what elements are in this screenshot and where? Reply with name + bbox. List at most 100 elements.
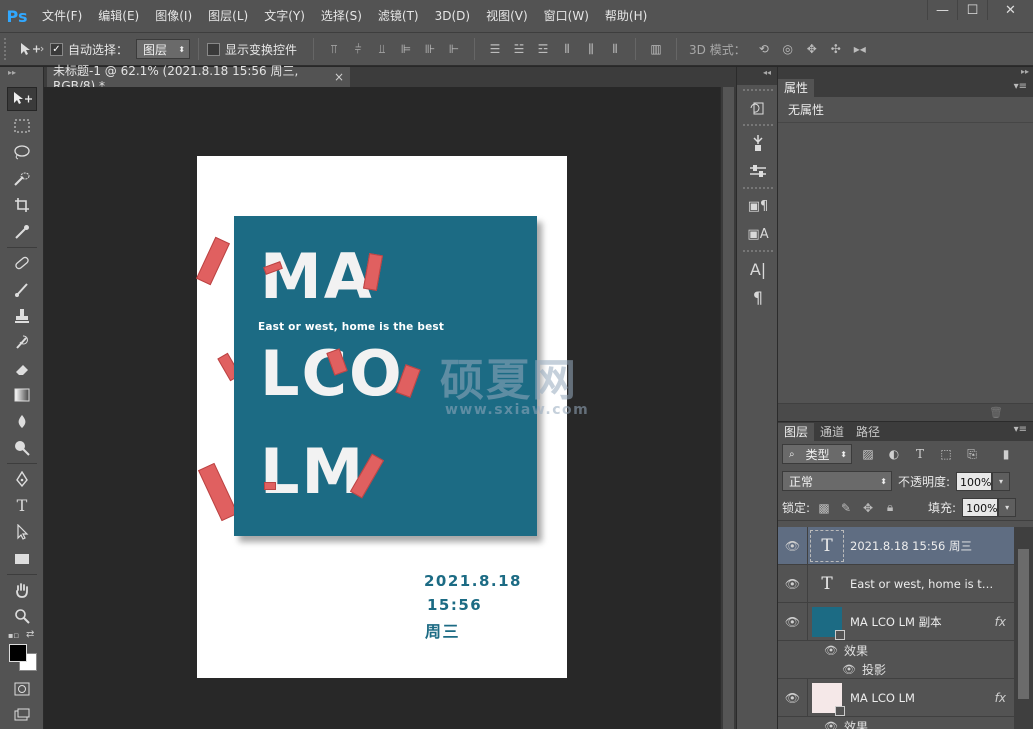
- tool-presets-panel-icon[interactable]: [743, 131, 773, 155]
- move-tool-preset-icon[interactable]: [12, 37, 50, 61]
- visibility-eye-icon[interactable]: 👁︎: [778, 527, 808, 565]
- visibility-eye-icon[interactable]: 👁︎: [778, 602, 808, 641]
- menu-image[interactable]: 图像(I): [147, 0, 200, 32]
- gradient-tool-icon[interactable]: [7, 383, 37, 407]
- fill-slider-arrow-icon[interactable]: ▾: [998, 498, 1017, 517]
- character-panel-icon[interactable]: A|: [743, 257, 773, 281]
- align-right-edges-icon[interactable]: ⊩: [445, 41, 463, 57]
- 3d-slide-icon[interactable]: ✣: [827, 41, 845, 57]
- layer-name[interactable]: MA LCO LM: [850, 691, 915, 705]
- lock-transparent-pixels-icon[interactable]: ▩: [816, 501, 832, 515]
- lock-all-icon[interactable]: 🔒︎: [882, 500, 898, 515]
- layer-effects-icon[interactable]: fx: [995, 615, 1006, 629]
- layers-scrollbar[interactable]: [1014, 527, 1033, 729]
- 3d-rotate-icon[interactable]: ⟲: [755, 41, 773, 57]
- visibility-eye-icon[interactable]: 👁︎: [842, 663, 856, 676]
- foreground-color-swatch[interactable]: [9, 643, 27, 662]
- dock-grip[interactable]: [743, 187, 773, 190]
- layer-effects-icon[interactable]: fx: [995, 691, 1006, 705]
- distribute-vertical-centers-icon[interactable]: ☱: [510, 41, 528, 57]
- clone-stamp-tool-icon[interactable]: [7, 304, 37, 328]
- opacity-input[interactable]: 100%: [956, 471, 993, 491]
- tab-channels[interactable]: 通道: [814, 423, 850, 441]
- align-left-edges-icon[interactable]: ⊫: [397, 41, 415, 57]
- distribute-bottom-edges-icon[interactable]: ☲: [534, 41, 552, 57]
- hand-tool-icon[interactable]: [7, 578, 37, 602]
- dock-collapse-icon[interactable]: ◂◂: [737, 67, 777, 85]
- fill-input[interactable]: 100%: [962, 498, 999, 517]
- lasso-tool-icon[interactable]: [7, 140, 37, 164]
- lock-position-icon[interactable]: ✥: [860, 501, 876, 515]
- maximize-button[interactable]: ☐: [957, 0, 987, 20]
- shape-layer-filter-icon[interactable]: ⬚: [936, 447, 956, 461]
- distribute-horizontal-centers-icon[interactable]: ⫼: [582, 41, 600, 57]
- type-layer-filter-icon[interactable]: T: [910, 447, 930, 461]
- blend-mode-dropdown[interactable]: 正常 ⬍: [782, 471, 892, 491]
- scrollbar-thumb[interactable]: [1018, 549, 1029, 699]
- panel-menu-icon[interactable]: ▾≡: [1014, 424, 1027, 435]
- eraser-tool-icon[interactable]: [7, 357, 37, 381]
- quick-mask-mode-icon[interactable]: [7, 677, 37, 701]
- visibility-eye-icon[interactable]: 👁︎: [778, 564, 808, 603]
- character-styles-panel-icon[interactable]: ▣A: [743, 222, 773, 246]
- pixel-layer-filter-icon[interactable]: ▨: [858, 447, 878, 461]
- rectangle-tool-icon[interactable]: [7, 547, 37, 571]
- pen-tool-icon[interactable]: [7, 467, 37, 491]
- history-panel-icon[interactable]: [743, 96, 773, 120]
- auto-align-layers-icon[interactable]: ▥: [647, 41, 665, 57]
- menu-select[interactable]: 选择(S): [313, 0, 370, 32]
- tab-properties[interactable]: 属性: [778, 79, 815, 97]
- quick-selection-tool-icon[interactable]: [7, 167, 37, 191]
- document-tab[interactable]: 未标题-1 @ 62.1% (2021.8.18 15:56 周三, RGB/8…: [47, 64, 350, 93]
- layer-row[interactable]: 👁︎ MA LCO LM 副本 fx: [778, 602, 1014, 641]
- panel-collapse-icon[interactable]: ▸▸: [778, 67, 1033, 79]
- options-bar-grip[interactable]: [4, 38, 12, 60]
- trash-icon[interactable]: 🗑: [989, 406, 1003, 419]
- menu-view[interactable]: 视图(V): [478, 0, 536, 32]
- adjustments-panel-icon[interactable]: [743, 159, 773, 183]
- auto-select-checkbox[interactable]: ✓: [50, 42, 63, 56]
- align-bottom-edges-icon[interactable]: ⫫: [373, 41, 391, 57]
- menu-3d[interactable]: 3D(D): [427, 0, 478, 32]
- layer-row[interactable]: 👁︎ T 2021.8.18 15:56 周三: [778, 527, 1014, 565]
- visibility-eye-icon[interactable]: 👁︎: [824, 720, 838, 729]
- paragraph-panel-icon[interactable]: ¶: [743, 285, 773, 309]
- scrollbar-thumb[interactable]: [723, 87, 734, 729]
- paragraph-styles-panel-icon[interactable]: ▣¶: [743, 194, 773, 218]
- default-colors-icon[interactable]: ▪◽: [8, 631, 19, 640]
- effects-row[interactable]: 👁︎ 效果: [778, 641, 1014, 660]
- close-button[interactable]: ✕: [987, 0, 1033, 20]
- menu-window[interactable]: 窗口(W): [536, 0, 597, 32]
- menu-layer[interactable]: 图层(L): [200, 0, 256, 32]
- layer-name[interactable]: East or west, home is the ...: [850, 577, 995, 591]
- smart-object-filter-icon[interactable]: ⎘: [962, 447, 982, 462]
- menu-help[interactable]: 帮助(H): [597, 0, 655, 32]
- adjustment-layer-filter-icon[interactable]: ◐: [884, 447, 904, 461]
- panel-menu-icon[interactable]: ▾≡: [1014, 81, 1027, 92]
- drop-shadow-effect-row[interactable]: 👁︎ 投影: [778, 660, 1014, 679]
- layer-row[interactable]: 👁︎ MA LCO LM fx: [778, 678, 1014, 717]
- menu-type[interactable]: 文字(Y): [256, 0, 313, 32]
- visibility-eye-icon[interactable]: 👁︎: [824, 644, 838, 657]
- close-document-icon[interactable]: ×: [334, 70, 344, 84]
- dock-grip[interactable]: [743, 124, 773, 127]
- canvas-vertical-scrollbar[interactable]: [720, 87, 736, 729]
- 3d-roll-icon[interactable]: ◎: [779, 41, 797, 57]
- crop-tool-icon[interactable]: [7, 193, 37, 217]
- tab-layers[interactable]: 图层: [778, 423, 815, 441]
- align-top-edges-icon[interactable]: ⫪: [325, 41, 343, 57]
- effects-row[interactable]: 👁︎ 效果: [778, 717, 1014, 729]
- blur-tool-icon[interactable]: [7, 410, 37, 434]
- history-brush-tool-icon[interactable]: [7, 330, 37, 354]
- menu-filter[interactable]: 滤镜(T): [370, 0, 427, 32]
- align-horizontal-centers-icon[interactable]: ⊪: [421, 41, 439, 57]
- tab-paths[interactable]: 路径: [850, 423, 886, 441]
- 3d-scale-icon[interactable]: ▸◂: [851, 41, 869, 57]
- auto-select-target-dropdown[interactable]: 图层 ⬍: [136, 39, 191, 59]
- menu-edit[interactable]: 编辑(E): [90, 0, 147, 32]
- swap-colors-icon[interactable]: ⇄: [26, 629, 34, 640]
- brush-tool-icon[interactable]: [7, 277, 37, 301]
- tools-panel-collapse-icon[interactable]: ▸▸: [0, 67, 43, 87]
- filter-toggle-icon[interactable]: ▮: [996, 447, 1016, 461]
- layer-kind-dropdown[interactable]: ⌕ 类型 ⬍: [782, 444, 852, 464]
